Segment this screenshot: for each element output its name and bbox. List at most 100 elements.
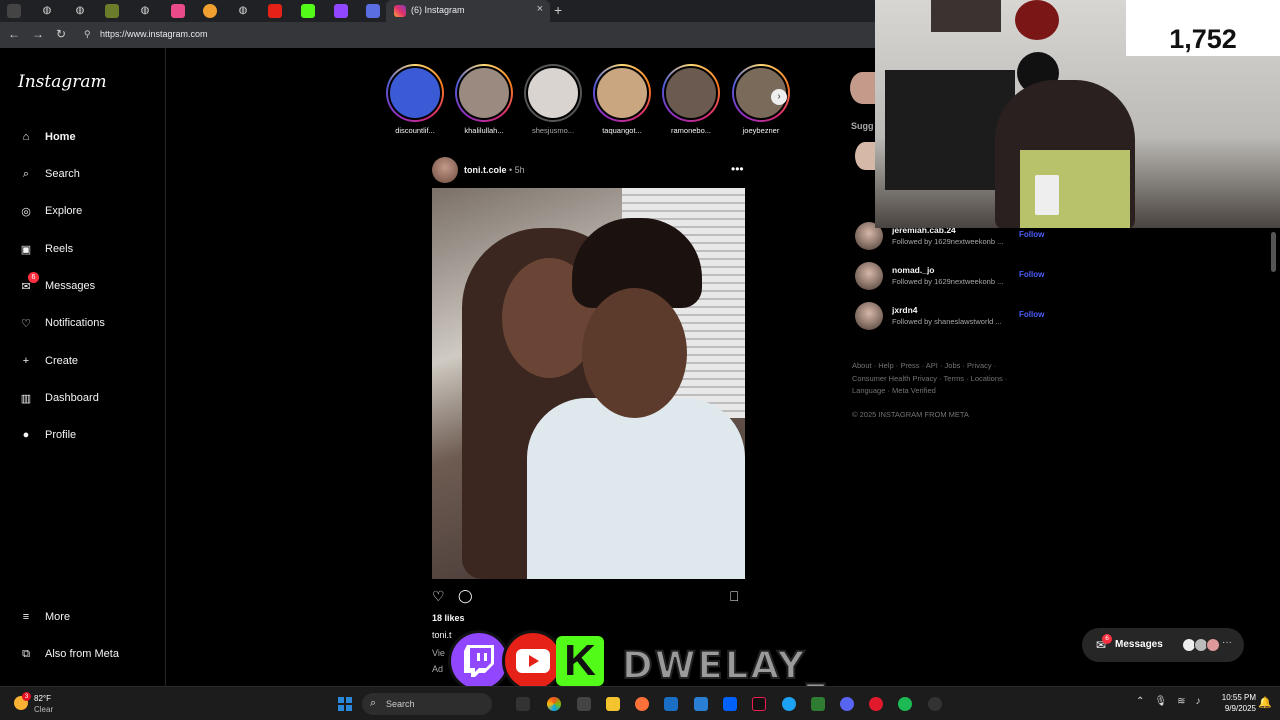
app-icon[interactable] xyxy=(664,697,678,711)
url-field[interactable]: https://www.instagram.com xyxy=(100,29,208,39)
story-partial[interactable] xyxy=(850,72,875,104)
site-info-icon[interactable]: ⚲ xyxy=(84,29,91,40)
sidebar-item-messages[interactable]: ✉ 6 Messages xyxy=(18,272,158,297)
tab-globe-icon[interactable]: ◍ xyxy=(138,4,152,18)
edge-icon[interactable] xyxy=(782,697,796,711)
post-timestamp[interactable]: • 5h xyxy=(509,165,525,175)
post-author-username[interactable]: toni.t.cole xyxy=(464,165,507,175)
follow-button[interactable]: Follow xyxy=(1019,230,1044,239)
instagram-favicon-icon xyxy=(394,5,406,17)
forward-button[interactable]: → xyxy=(32,27,44,41)
tab-kick-icon[interactable] xyxy=(301,4,315,18)
tab-site-icon[interactable] xyxy=(171,4,185,18)
view-all-comments[interactable]: Vie xyxy=(432,648,445,658)
footer-link-line[interactable]: Language · Meta Verified xyxy=(852,385,1032,398)
post-image[interactable] xyxy=(432,188,745,579)
tab-actions-icon[interactable] xyxy=(7,4,21,18)
taskbar-search[interactable]: ⌕ Search xyxy=(362,693,492,715)
tab-twitch-icon[interactable] xyxy=(334,4,348,18)
post-likes[interactable]: 18 likes xyxy=(432,613,465,623)
story-item[interactable]: discountlif... xyxy=(385,64,445,135)
footer-link-line[interactable]: About · Help · Press · API · Jobs · Priv… xyxy=(852,360,1032,373)
suggestions-title: Sugg xyxy=(851,121,874,131)
weather-condition: Clear xyxy=(34,705,54,714)
new-tab-button[interactable]: + xyxy=(554,2,562,18)
suggestion-avatar[interactable] xyxy=(855,302,883,330)
sidebar-item-create[interactable]: + Create xyxy=(18,350,158,372)
tab-site-icon[interactable] xyxy=(203,4,217,18)
clock[interactable]: 10:55 PM 9/9/2025 xyxy=(1212,692,1256,714)
instagram-logo[interactable]: Instagram xyxy=(18,72,107,92)
tiktok-icon[interactable] xyxy=(752,697,766,711)
system-tray[interactable]: ⌃ 🎙 ≋ ♪ xyxy=(1136,696,1200,707)
chevron-up-icon[interactable]: ⌃ xyxy=(1136,696,1144,707)
post-options-icon[interactable]: ••• xyxy=(731,162,744,176)
start-button[interactable] xyxy=(338,697,352,711)
sidebar-item-more[interactable]: ≡ More xyxy=(18,606,158,628)
story-avatar-image xyxy=(595,66,649,120)
volume-icon[interactable]: ♪ xyxy=(1195,696,1200,707)
tab-youtube-icon[interactable] xyxy=(268,4,282,18)
tab-globe-icon[interactable]: ◍ xyxy=(236,4,250,18)
reload-button[interactable]: ↻ xyxy=(56,27,66,41)
suggestion-avatar[interactable] xyxy=(855,262,883,290)
windows-taskbar: 3 82°F Clear ⌕ Search ⌃ 🎙 ≋ ♪ 10:55 PM 9… xyxy=(0,686,1280,720)
sidebar-item-explore[interactable]: ◎ Explore xyxy=(18,200,158,222)
sidebar-item-notifications[interactable]: ♡ Notifications xyxy=(18,312,158,334)
app-icon[interactable] xyxy=(694,697,708,711)
viewer-counter: 1,752 xyxy=(1126,0,1280,56)
apps-icon: ⧉ xyxy=(22,647,30,660)
back-button[interactable]: ← xyxy=(8,27,20,41)
dropbox-icon[interactable] xyxy=(723,697,737,711)
like-icon[interactable]: ♡ xyxy=(432,588,445,605)
post-author-avatar[interactable] xyxy=(432,157,458,183)
tab-site-icon[interactable] xyxy=(105,4,119,18)
suggestion-username[interactable]: nomad._jo xyxy=(892,265,935,275)
tab-globe-icon[interactable]: ◍ xyxy=(40,4,54,18)
suggestion-username[interactable]: jxrdn4 xyxy=(892,305,918,315)
story-avatar-image xyxy=(457,66,511,120)
wifi-icon[interactable]: ≋ xyxy=(1177,696,1185,707)
sidebar-item-reels[interactable]: ▣ Reels xyxy=(18,238,158,260)
comment-icon[interactable]: ◯ xyxy=(458,588,473,604)
tab-site-icon[interactable] xyxy=(366,4,380,18)
story-item[interactable]: taquangot... xyxy=(592,64,652,135)
scrollbar-track[interactable] xyxy=(1268,228,1280,686)
tab-globe-icon[interactable]: ◍ xyxy=(73,4,87,18)
follow-button[interactable]: Follow xyxy=(1019,270,1044,279)
sidebar-item-home[interactable]: ⌂ Home xyxy=(18,126,158,148)
app-icon[interactable] xyxy=(811,697,825,711)
app-icon[interactable] xyxy=(928,697,942,711)
opera-icon[interactable] xyxy=(869,697,883,711)
story-item[interactable]: ramonebo... xyxy=(661,64,721,135)
story-item[interactable]: khalilullah... xyxy=(454,64,514,135)
story-item[interactable]: shesjusmo... xyxy=(523,64,583,135)
file-explorer-icon[interactable] xyxy=(606,697,620,711)
stories-next-button[interactable]: › xyxy=(771,89,787,105)
scrollbar-thumb[interactable] xyxy=(1271,232,1276,272)
messages-pill[interactable]: ✉ 6 Messages ··· xyxy=(1082,628,1244,662)
footer-link-line[interactable]: Consumer Health Privacy · Terms · Locati… xyxy=(852,373,1032,386)
spotify-icon[interactable] xyxy=(898,697,912,711)
sidebar-item-dashboard[interactable]: ▥ Dashboard xyxy=(18,387,158,409)
firefox-icon[interactable] xyxy=(635,697,649,711)
close-tab-icon[interactable]: × xyxy=(537,3,543,15)
sidebar-item-search[interactable]: ⌕ Search xyxy=(18,163,158,185)
copilot-icon[interactable] xyxy=(547,697,561,711)
current-user-avatar[interactable] xyxy=(855,142,875,170)
sidebar-item-label: Notifications xyxy=(45,317,105,329)
sidebar-item-also-from-meta[interactable]: ⧉ Also from Meta xyxy=(18,643,158,665)
microphone-icon[interactable]: 🎙 xyxy=(1154,696,1167,707)
follow-button[interactable]: Follow xyxy=(1019,310,1044,319)
taskbar-search-label: Search xyxy=(386,699,415,709)
weather-widget[interactable]: 3 82°F Clear xyxy=(14,692,74,716)
save-icon[interactable]: ⎕ xyxy=(730,588,738,605)
task-view-icon[interactable] xyxy=(516,697,530,711)
heart-icon: ♡ xyxy=(21,317,31,330)
sidebar-item-profile[interactable]: ● Profile xyxy=(18,424,158,446)
discord-icon[interactable] xyxy=(840,697,854,711)
add-comment-input[interactable]: Ad xyxy=(432,664,443,674)
notification-center-icon[interactable]: 🔔 xyxy=(1258,696,1272,709)
tab-instagram[interactable]: (6) Instagram × xyxy=(386,0,550,22)
app-icon[interactable] xyxy=(577,697,591,711)
